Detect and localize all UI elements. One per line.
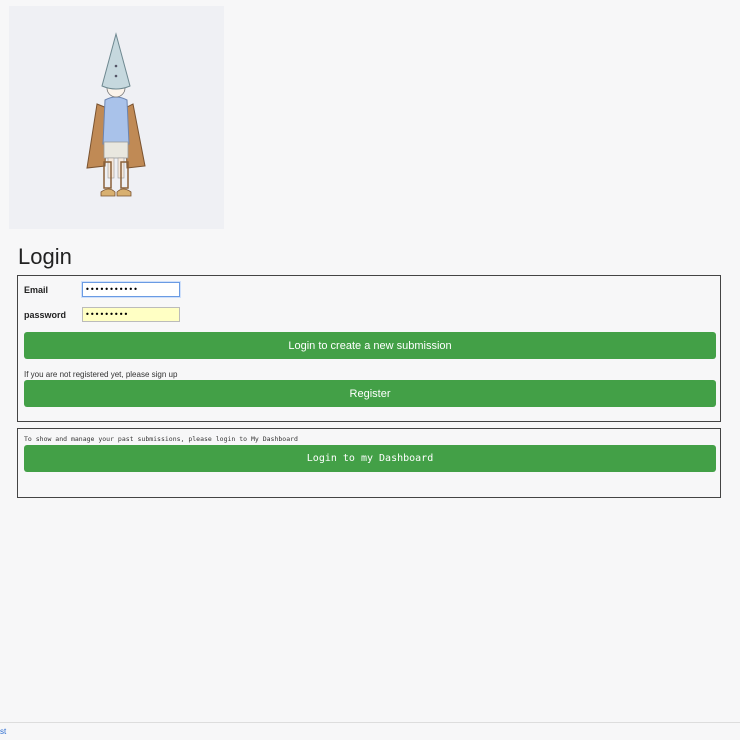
- email-field[interactable]: [82, 282, 180, 297]
- gnome-illustration-icon: [86, 32, 146, 197]
- dashboard-hint: To show and manage your past submissions…: [24, 435, 298, 443]
- footer-link[interactable]: st: [0, 727, 6, 736]
- logo-image: [9, 6, 224, 229]
- page-title: Login: [18, 244, 72, 269]
- login-submission-button[interactable]: Login to create a new submission: [24, 332, 716, 359]
- register-button[interactable]: Register: [24, 380, 716, 407]
- footer-bar: st: [0, 722, 740, 740]
- email-label: Email: [24, 285, 49, 295]
- password-field[interactable]: [82, 307, 180, 322]
- login-dashboard-button[interactable]: Login to my Dashboard: [24, 445, 716, 472]
- register-hint: If you are not registered yet, please si…: [24, 370, 178, 379]
- login-form-panel: Email password Login to create a new sub…: [17, 275, 721, 422]
- dashboard-panel: To show and manage your past submissions…: [17, 428, 721, 498]
- password-label: password: [24, 310, 67, 320]
